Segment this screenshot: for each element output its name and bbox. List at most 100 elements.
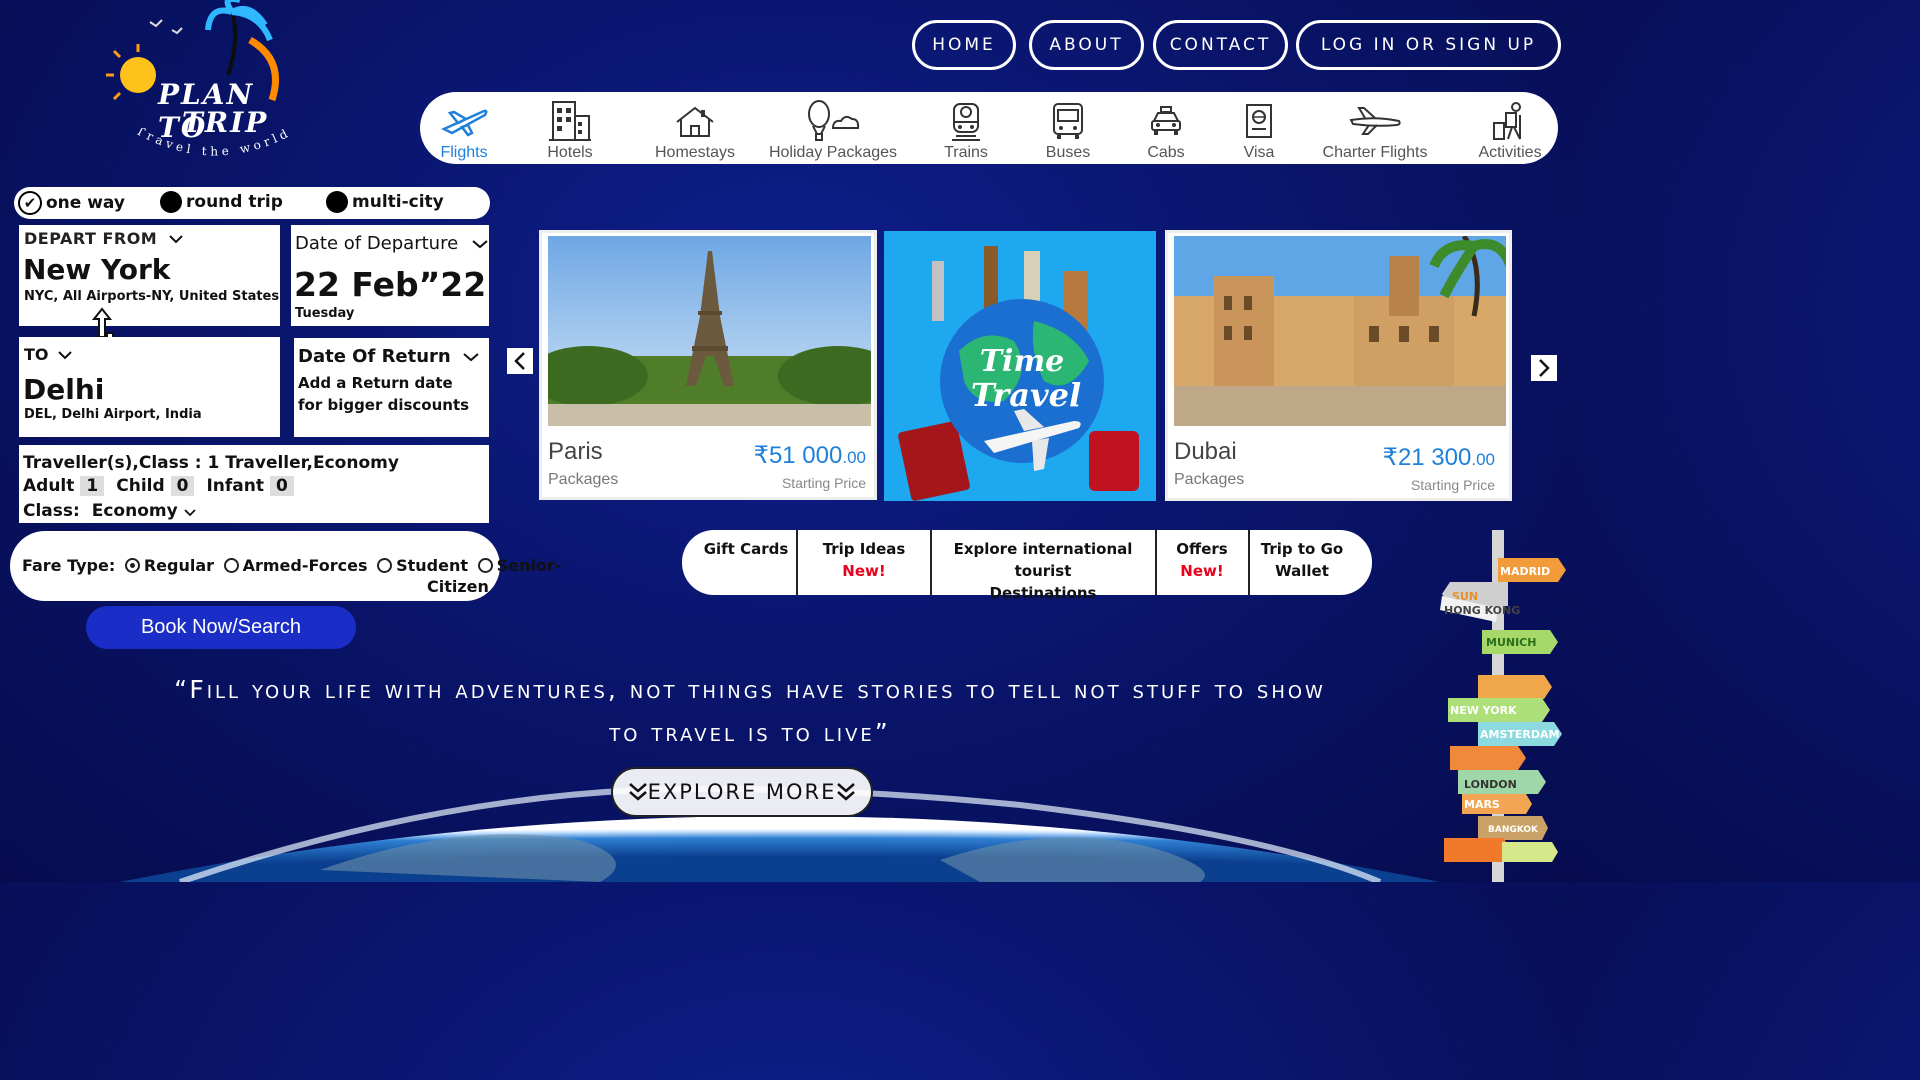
package-name: Dubai [1174,438,1237,465]
carousel-next-button[interactable] [1531,355,1557,381]
passport-icon [1235,98,1283,144]
infant-count[interactable]: 0 [270,476,294,496]
departure-date-field[interactable]: Date of Departure 22 Feb”22 Tuesday [291,225,489,326]
trip-ideas-link[interactable]: Trip Ideas New! [798,530,930,595]
to-field[interactable]: TO Delhi DEL, Delhi Airport, India [19,337,280,437]
category-homestays[interactable]: Homestays [648,92,742,164]
logo-tagline: Travel the world [134,128,290,159]
category-bar: Flights Hotels Homestays Holiday Package… [420,92,1558,164]
chevron-left-icon [514,352,525,370]
gift-cards-link[interactable]: Gift Cards [696,530,796,595]
fare-senior-citizen-option[interactable]: Senior- [477,556,561,575]
hiker-icon [1486,98,1534,144]
travellers-field[interactable]: Traveller(s),Class : 1 Traveller,Economy… [19,445,489,523]
svg-text:HONG KONG: HONG KONG [1444,604,1520,617]
explore-more-button[interactable]: EXPLORE MORE [611,767,873,817]
quote-line-1: “Fill your life with adventures, not thi… [174,675,1326,704]
category-holiday-packages[interactable]: Holiday Packages [766,92,900,164]
fare-type-label: Fare Type: [22,556,116,575]
quick-link-label: Destinations [989,584,1097,602]
balloon-icon [803,98,863,144]
trip-type-one-way[interactable]: ✔ one way [18,191,125,215]
carousel-prev-button[interactable] [507,348,533,374]
class-label: Class: [23,501,80,521]
time-to-travel-image: Time Travel [884,231,1156,501]
class-select[interactable]: Economy [92,501,178,521]
return-date-field[interactable]: Date Of Return Add a Return date for big… [294,338,489,437]
child-count[interactable]: 0 [170,476,195,496]
to-city: Delhi [23,373,105,406]
nav-about-button[interactable]: ABOUT [1029,20,1144,70]
trip-type-selector: ✔ one way round trip multi-city [14,187,490,219]
package-price-main: ₹51 000 [753,442,843,469]
chevron-down-icon [183,509,196,517]
category-cabs[interactable]: Cabs [1142,92,1190,164]
category-charter-flights[interactable]: Charter Flights [1314,92,1436,164]
travellers-summary: Traveller(s),Class : 1 Traveller,Economy [23,453,399,473]
fare-option-label: Student [396,556,468,575]
depart-from-label: DEPART FROM [24,229,158,248]
category-label: Flights [440,144,488,161]
jet-icon [1347,98,1403,144]
trip-type-round-trip[interactable]: round trip [160,191,283,213]
bus-icon [1044,98,1092,144]
new-badge: New! [1180,562,1224,580]
chevron-down-icon [169,235,184,244]
svg-text:LONDON: LONDON [1464,778,1517,791]
international-destinations-link[interactable]: Explore international tourist Destinatio… [932,530,1154,602]
return-date-label: Date Of Return [298,346,451,367]
book-search-button[interactable]: Book Now/Search [86,606,356,649]
quote-text: “Fill your life with adventures, not thi… [30,668,1470,754]
depart-detail: NYC, All Airports-NY, United States [24,289,280,304]
departure-date-label: Date of Departure [295,233,459,254]
fare-student-option[interactable]: Student [377,556,468,575]
to-label: TO [24,345,49,364]
adult-count[interactable]: 1 [80,476,105,496]
dubai-image [1174,236,1506,426]
radio-dot-icon [326,191,348,213]
wallet-link[interactable]: Trip to Go Wallet [1250,530,1354,595]
radio-icon [223,558,239,573]
nav-login-button[interactable]: LOG IN OR SIGN UP [1296,20,1561,70]
trip-type-multi-city[interactable]: multi-city [326,191,444,213]
category-activities[interactable]: Activities [1472,92,1548,164]
departure-date-value: 22 Feb”22 [294,265,487,304]
package-price: ₹51 000.00 [754,441,866,470]
explore-more-label: EXPLORE MORE [647,780,837,804]
site-logo[interactable]: PLAN TO TRIP Travel the world [100,0,310,170]
fare-regular-option[interactable]: Regular [124,556,214,575]
depart-from-field[interactable]: DEPART FROM New York NYC, All Airports-N… [19,225,280,326]
category-trains[interactable]: Trains [938,92,994,164]
trip-type-label: multi-city [352,192,444,212]
fare-option-label: Armed-Forces [242,556,368,575]
svg-text:Travel: Travel [971,376,1081,414]
departure-day: Tuesday [295,306,355,321]
category-label: Buses [1045,144,1091,161]
category-hotels[interactable]: Hotels [536,92,604,164]
nav-contact-button[interactable]: CONTACT [1153,20,1288,70]
package-card-paris[interactable]: Paris Packages ₹51 000.00 Starting Price [539,230,877,500]
category-buses[interactable]: Buses [1042,92,1094,164]
radio-selected-icon [124,558,140,573]
quick-link-label: Trip Ideas [822,540,906,558]
category-label: Cabs [1147,144,1185,161]
cab-icon [1142,98,1190,144]
package-subtitle: Packages [1174,471,1245,488]
nav-home-button[interactable]: HOME [912,20,1016,70]
fare-armed-forces-option[interactable]: Armed-Forces [223,556,368,575]
category-visa[interactable]: Visa [1236,92,1282,164]
package-card-time-to-travel[interactable]: Time Travel [884,231,1156,501]
package-price-note: Starting Price [781,475,866,491]
check-icon: ✔ [18,191,42,215]
svg-text:MUNICH: MUNICH [1486,636,1536,649]
quote-line-2: to travel is to live” [609,718,891,747]
house-icon [671,98,719,144]
svg-text:BANGKOK: BANGKOK [1488,825,1539,835]
return-date-hint: Add a Return date for bigger discounts [298,374,470,414]
trip-type-label: one way [46,193,125,213]
category-flights[interactable]: Flights [428,92,500,164]
offers-link[interactable]: Offers New! [1157,530,1247,595]
plane-icon [440,98,488,144]
category-label: Homestays [654,144,736,161]
package-card-dubai[interactable]: Dubai Packages ₹21 300.00 Starting Price [1165,230,1512,501]
